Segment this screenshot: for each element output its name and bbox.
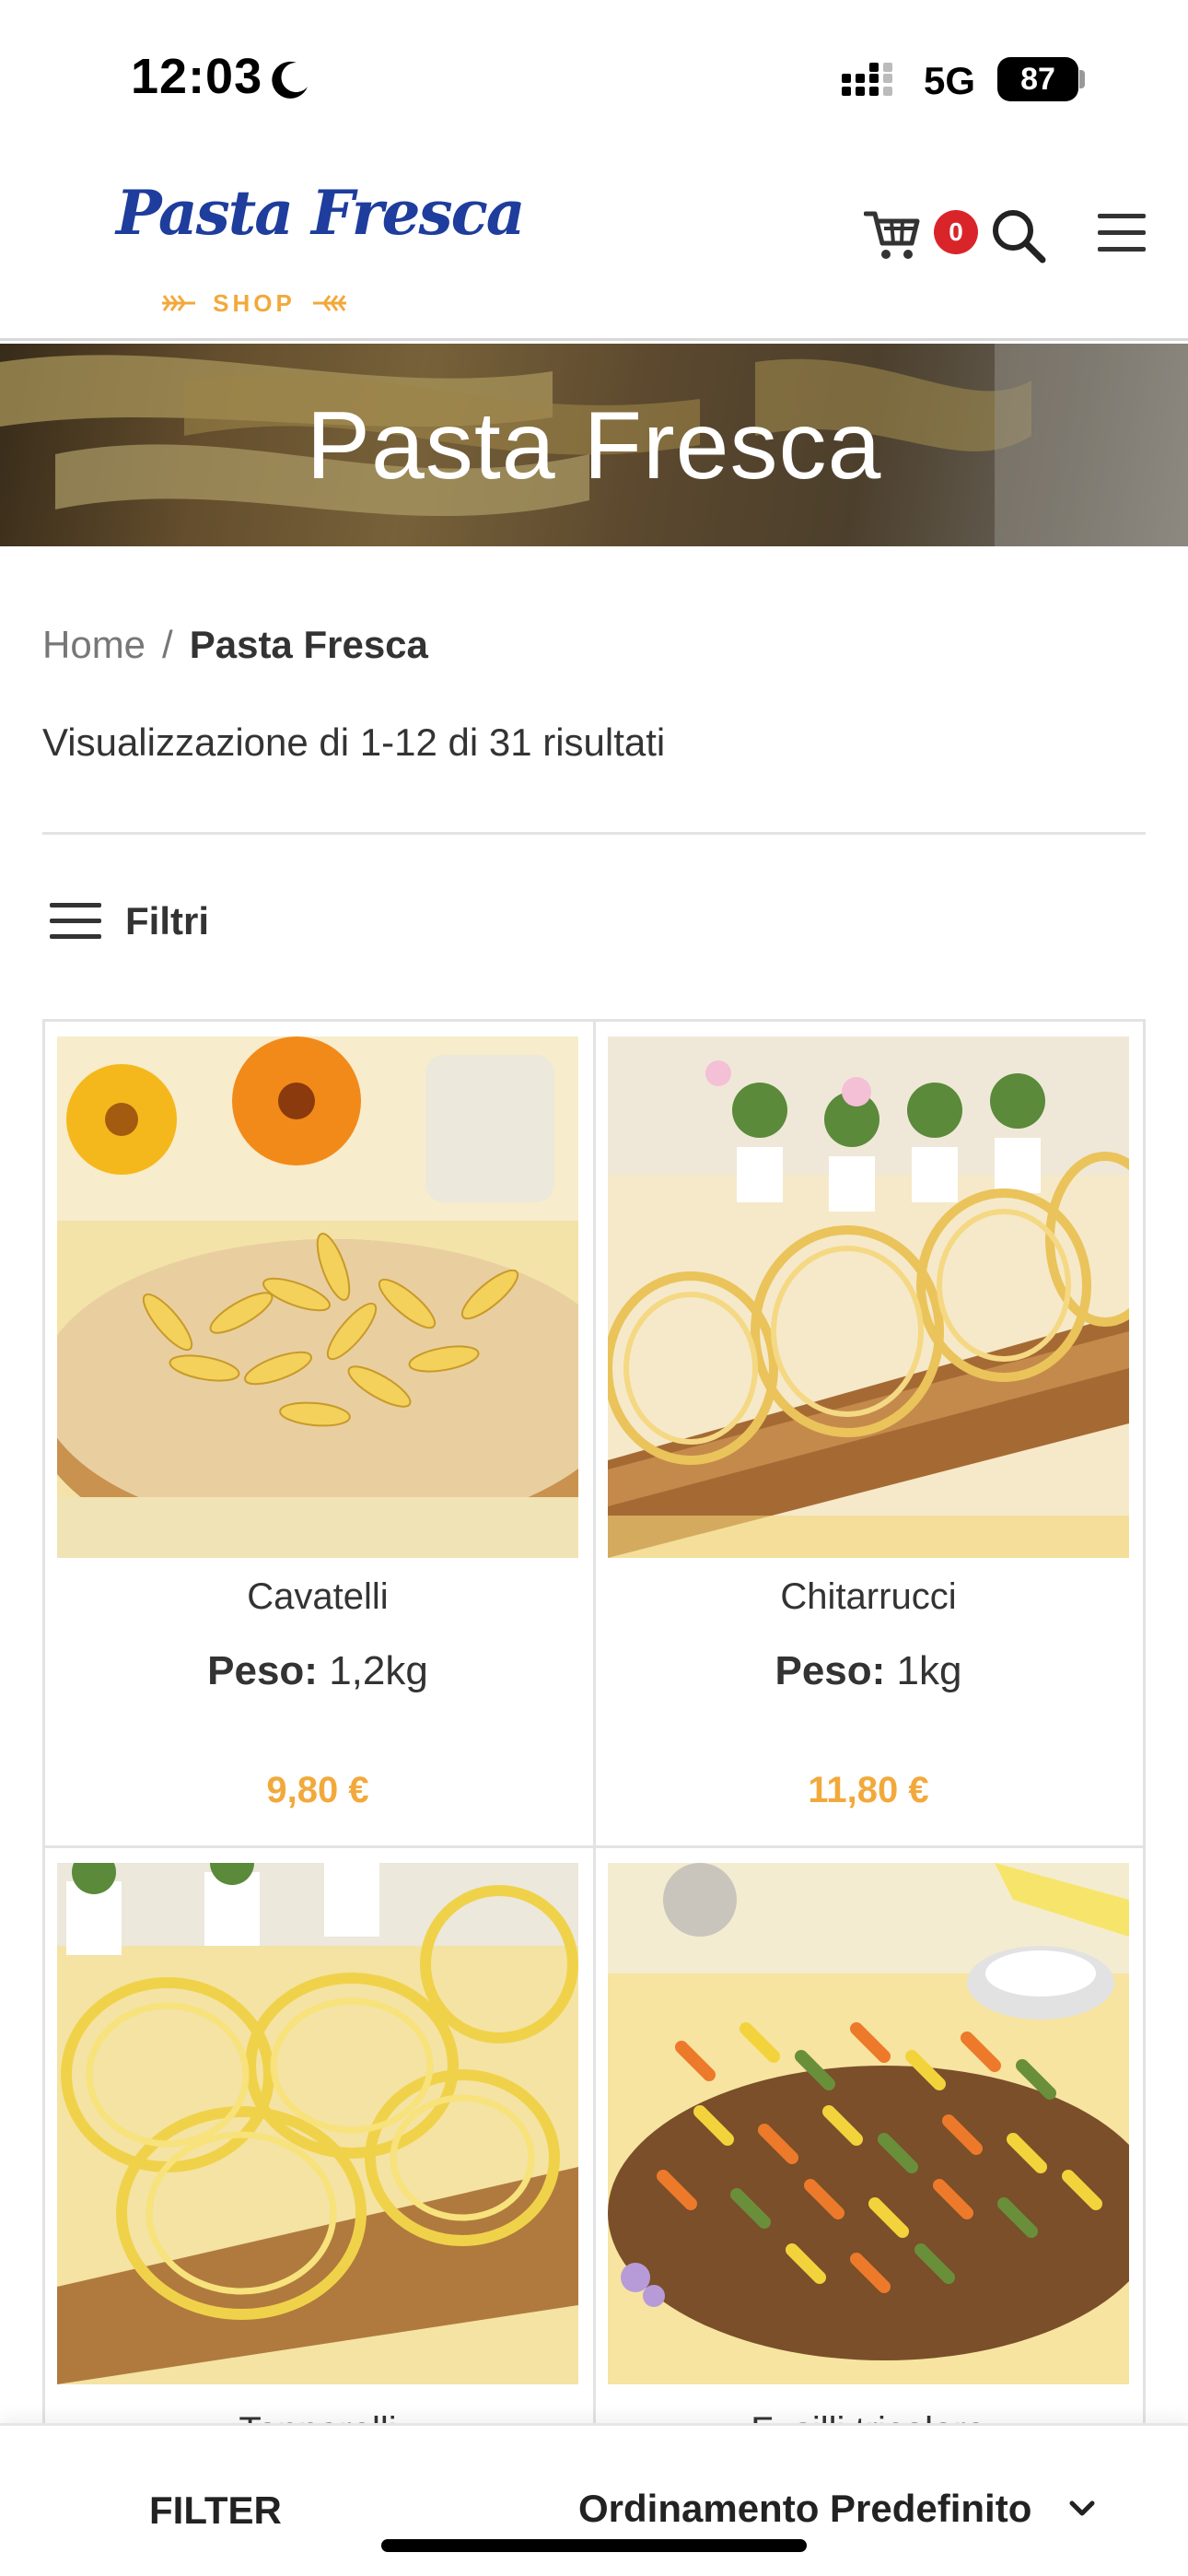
battery-cap [1079,70,1085,88]
status-time: 12:03 [131,49,263,104]
weight-value: 1,2kg [329,1648,428,1693]
product-price: 9,80 € [266,1770,369,1810]
filter-menu-icon [50,903,101,939]
result-count: Visualizzazione di 1-12 di 31 risultati [42,720,666,764]
sort-select[interactable]: Ordinamento Predefinito [578,2487,1096,2531]
search-icon[interactable] [989,206,1046,263]
moon-icon [272,61,308,99]
page: 12:03 5G 87 Pasta Fresca SHOP 0 Pasta Fr… [0,0,1188,2576]
site-header: Pasta Fresca SHOP 0 [0,147,1188,341]
bottom-toolbar: FILTER Ordinamento Predefinito [0,2423,1188,2576]
filters-toggle[interactable]: Filtri [50,894,209,949]
battery-icon: 87 [997,57,1078,101]
product-name[interactable]: Cavatelli [42,1576,593,1618]
logo-subtitle: SHOP [213,289,296,317]
product-image[interactable] [608,1036,1129,1558]
filters-label: Filtri [125,899,209,943]
breadcrumb-home-link[interactable]: Home [42,623,146,666]
breadcrumb-current: Pasta Fresca [189,623,428,666]
weight-label: Peso: [207,1648,318,1693]
status-bar: 12:03 5G 87 [0,0,1188,147]
product-grid: Cavatelli Peso: 1,2kg 9,80 € Chitarrucci… [42,1019,1146,2533]
product-card[interactable]: Chitarrucci Peso: 1kg 11,80 € [593,1022,1144,1845]
home-indicator[interactable] [381,2539,807,2552]
logo[interactable]: Pasta Fresca SHOP [116,168,526,317]
product-price: 11,80 € [808,1770,929,1810]
cart-count-badge[interactable]: 0 [934,210,978,254]
product-weight: Peso: 1,2kg [42,1648,593,1694]
breadcrumb-separator: / [162,623,173,666]
chevron-down-icon [1069,2500,1095,2516]
menu-icon[interactable] [1096,212,1147,254]
network-label: 5G [924,59,976,102]
signal-icon [842,63,892,96]
weight-label: Peso: [775,1648,886,1693]
weight-value: 1kg [896,1648,962,1693]
cart-icon[interactable] [864,206,923,262]
hero-banner: Pasta Fresca [0,344,1188,546]
product-image[interactable] [57,1863,578,2384]
logo-text: Pasta Fresca [116,177,526,249]
product-weight: Peso: 1kg [593,1648,1144,1694]
divider [42,832,1146,835]
hero-title: Pasta Fresca [306,392,882,499]
product-image[interactable] [57,1036,578,1558]
breadcrumb: Home / Pasta Fresca [42,623,428,667]
filter-button[interactable]: FILTER [149,2488,282,2533]
product-name[interactable]: Chitarrucci [593,1576,1144,1618]
sort-select-value: Ordinamento Predefinito [578,2487,1032,2530]
product-card[interactable]: Cavatelli Peso: 1,2kg 9,80 € [42,1022,593,1845]
product-image[interactable] [608,1863,1129,2384]
